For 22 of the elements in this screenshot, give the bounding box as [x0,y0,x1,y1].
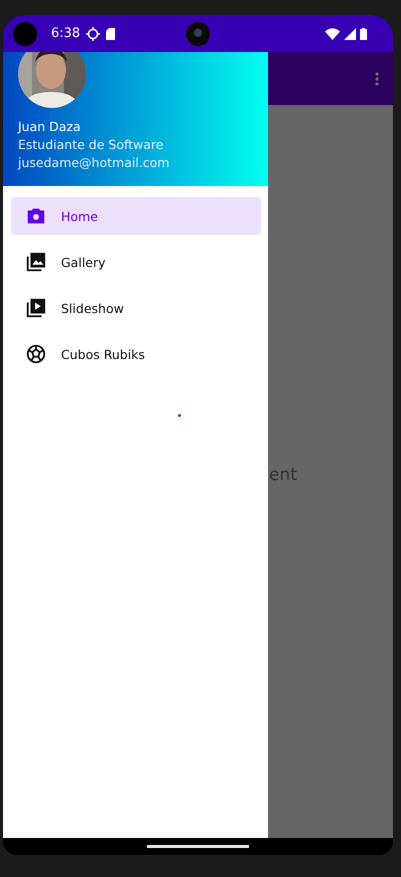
user-email: jusedame@hotmail.com [18,155,170,170]
gear-icon [86,26,100,40]
menu-item[interactable]: Cubos Rubiks [11,335,261,373]
camera-cutout [13,22,37,46]
image-stack-icon [25,251,47,273]
sd-card-icon [106,28,116,40]
menu-item[interactable]: Gallery [11,243,261,281]
content-text: ent [269,465,297,485]
more-options-icon[interactable] [375,72,379,86]
user-role: Estudiante de Software [18,137,164,152]
battery-icon [360,28,367,40]
ball-icon [25,343,47,365]
signal-icon [344,28,356,40]
user-name: Juan Daza [18,119,82,134]
menu-item[interactable]: Home [11,197,261,235]
play-stack-icon [25,297,47,319]
home-handle[interactable] [147,845,249,848]
wifi-icon [325,28,340,40]
menu-item[interactable]: Slideshow [11,289,261,327]
status-time: 6:38 [51,26,80,41]
camera-lens [186,22,210,46]
marker-dot [178,414,181,417]
